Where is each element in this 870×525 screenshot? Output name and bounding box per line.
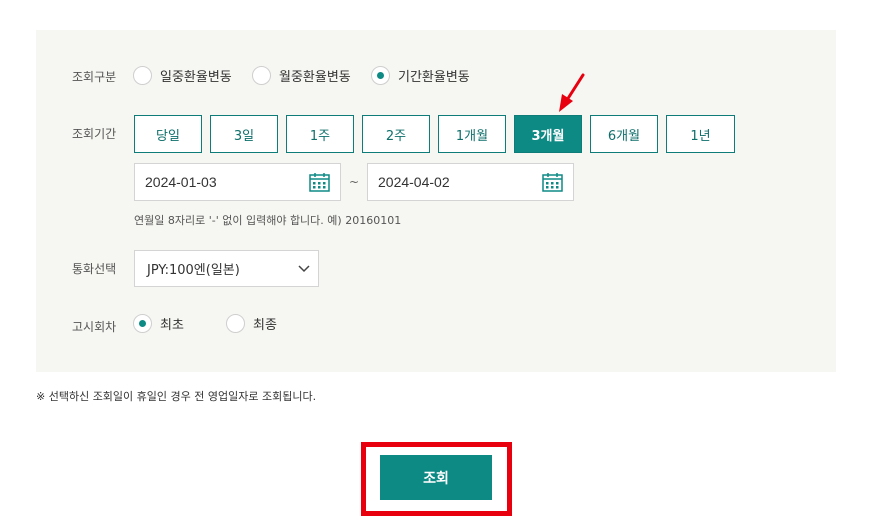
radio-label: 최초 bbox=[160, 318, 184, 333]
radio-circle bbox=[133, 66, 152, 85]
notice-round-label: 고시회차 bbox=[72, 320, 117, 334]
period-today-button[interactable]: 당일 bbox=[134, 115, 202, 153]
query-type-label: 조회구분 bbox=[72, 70, 117, 84]
period-1month-button[interactable]: 1개월 bbox=[438, 115, 506, 153]
date-separator: ~ bbox=[349, 175, 360, 189]
period-1week-button[interactable]: 1주 bbox=[286, 115, 354, 153]
currency-selected-value: JPY:100엔(일본) bbox=[147, 263, 240, 278]
red-arrow-icon bbox=[559, 73, 585, 112]
period-3months-button[interactable]: 3개월 bbox=[514, 115, 582, 153]
start-date-field[interactable]: 2024-01-03 bbox=[134, 163, 341, 201]
period-6months-button[interactable]: 6개월 bbox=[590, 115, 658, 153]
radio-label: 최종 bbox=[253, 318, 277, 333]
period-2weeks-button[interactable]: 2주 bbox=[362, 115, 430, 153]
end-date-value: 2024-04-02 bbox=[378, 174, 450, 190]
radio-intraday[interactable]: 일중환율변동 bbox=[133, 66, 232, 85]
end-date-field[interactable]: 2024-04-02 bbox=[367, 163, 574, 201]
calendar-icon[interactable] bbox=[542, 172, 563, 192]
radio-period[interactable]: 기간환율변동 bbox=[371, 66, 470, 85]
period-1year-button[interactable]: 1년 bbox=[666, 115, 735, 153]
period-label: 조회기간 bbox=[72, 127, 117, 141]
radio-label: 일중환율변동 bbox=[160, 70, 232, 85]
radio-first[interactable]: 최초 bbox=[133, 314, 184, 333]
radio-monthly[interactable]: 월중환율변동 bbox=[252, 66, 351, 85]
holiday-notice: ※ 선택하신 조회일이 휴일인 경우 전 영업일자로 조회됩니다. bbox=[36, 390, 317, 403]
chevron-down-icon bbox=[298, 264, 310, 272]
radio-circle bbox=[252, 66, 271, 85]
radio-circle-checked bbox=[371, 66, 390, 85]
radio-final[interactable]: 최종 bbox=[226, 314, 277, 333]
date-format-hint: 연월일 8자리로 '-' 없이 입력해야 합니다. 예) 20160101 bbox=[134, 214, 402, 227]
calendar-icon[interactable] bbox=[309, 172, 330, 192]
currency-label: 통화선택 bbox=[72, 262, 117, 276]
start-date-value: 2024-01-03 bbox=[145, 174, 217, 190]
radio-label: 기간환율변동 bbox=[398, 70, 470, 85]
search-submit-button[interactable]: 조회 bbox=[380, 455, 492, 500]
currency-select[interactable]: JPY:100엔(일본) bbox=[134, 250, 319, 287]
radio-label: 월중환율변동 bbox=[279, 70, 351, 85]
radio-circle bbox=[226, 314, 245, 333]
period-3days-button[interactable]: 3일 bbox=[210, 115, 278, 153]
radio-circle-checked bbox=[133, 314, 152, 333]
